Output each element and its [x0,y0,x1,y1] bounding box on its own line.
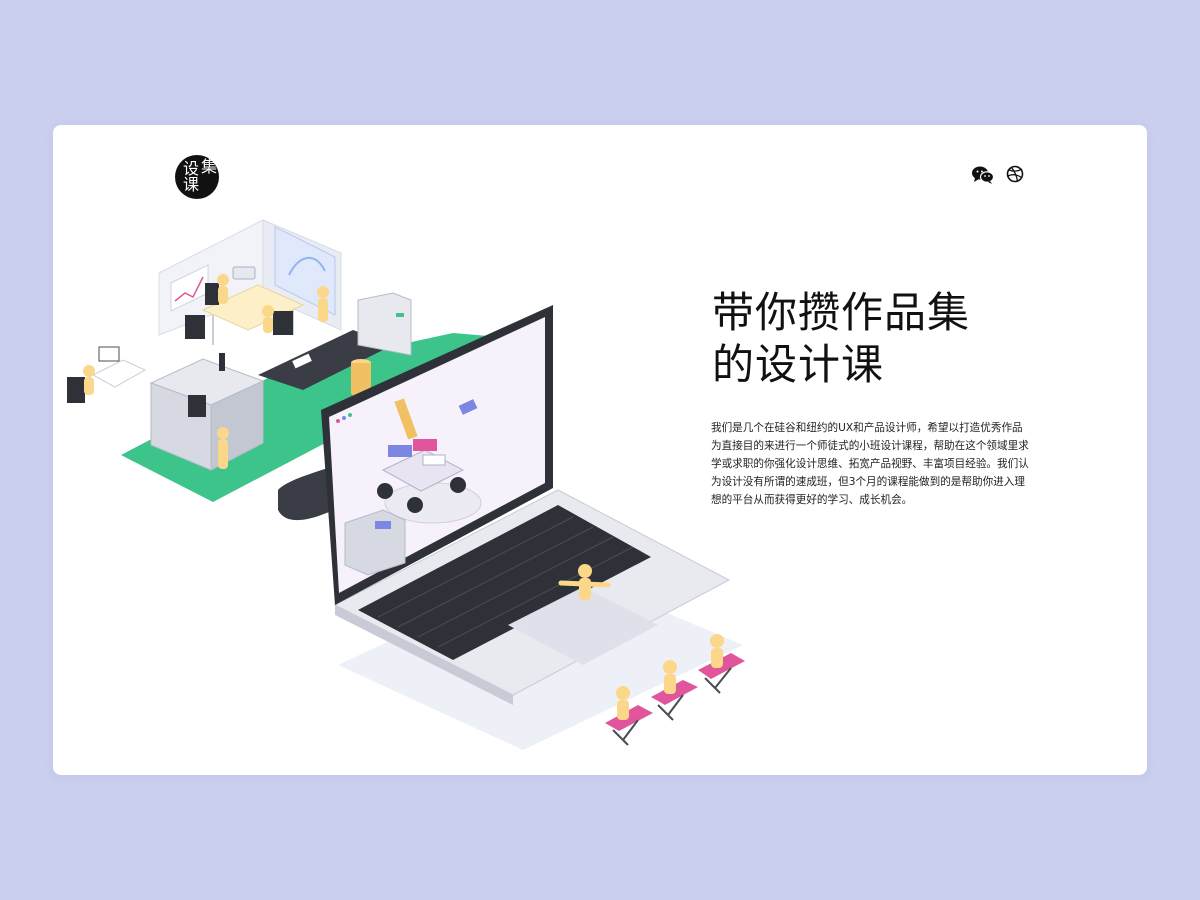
person-figure [578,564,592,578]
chair [205,283,219,305]
person-figure [262,305,274,317]
monitor [98,346,120,362]
wechat-link[interactable] [971,165,995,185]
dribbble-link[interactable] [1006,165,1024,183]
person-figure [710,634,724,648]
dribbble-icon [1006,165,1024,183]
chair [67,377,85,403]
person-figure [663,660,677,674]
side-desk [91,359,147,388]
projector [232,266,256,280]
landing-card: 设 集 课 带你攒作品集 的设计课 我们是几个在硅谷和纽约的UX和产品设计师，希… [53,125,1147,775]
person-figure [317,286,329,298]
person-figure [217,274,229,286]
scanner-gate [357,292,412,356]
chair [185,315,205,339]
hero-illustration [67,219,745,750]
person-figure [83,365,95,377]
chair [273,311,293,335]
person-figure [616,686,630,700]
person-figure [217,427,229,439]
screen-machine [344,509,406,576]
wechat-icon [972,166,995,184]
